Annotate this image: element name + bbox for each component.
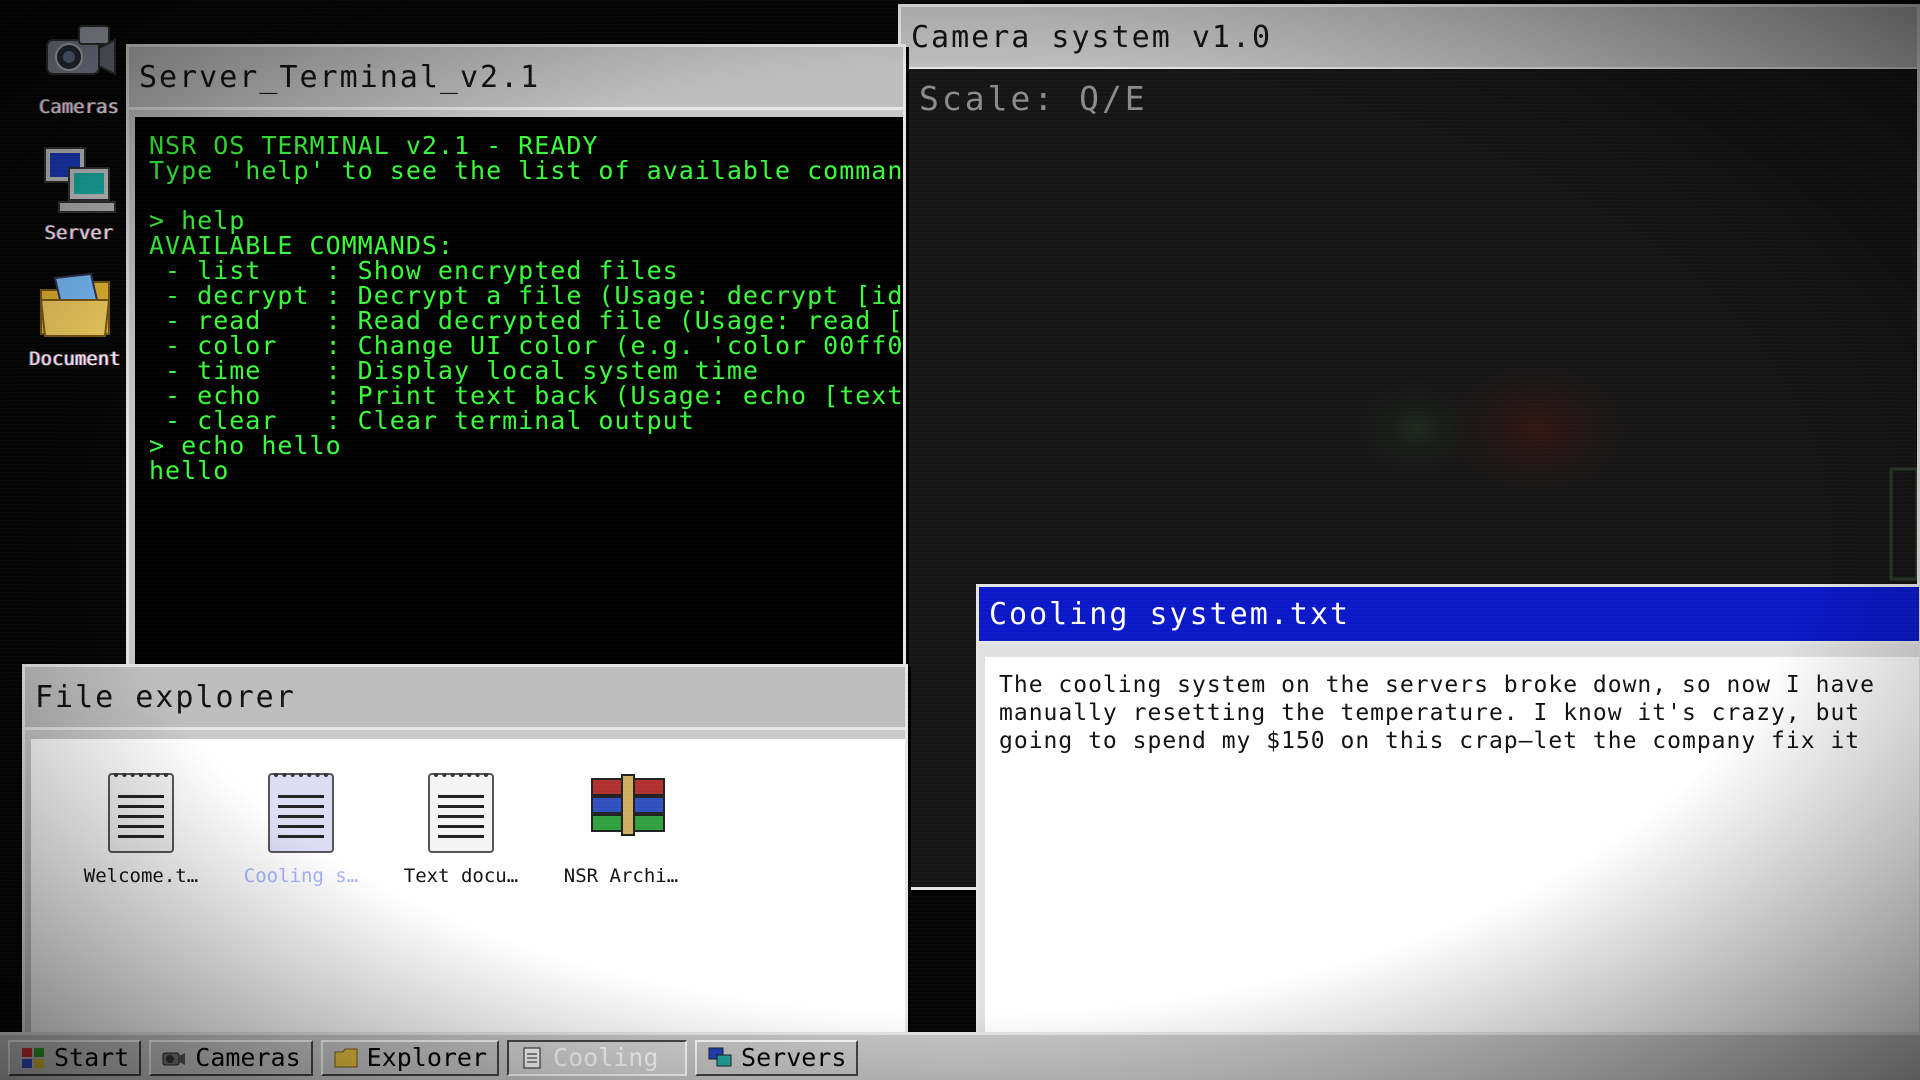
folder-icon bbox=[333, 1046, 359, 1070]
taskbar-label: Cameras bbox=[195, 1043, 301, 1072]
taskbar-cooling-button[interactable]: Cooling bbox=[507, 1039, 688, 1076]
terminal-line: - list : Show encrypted files bbox=[149, 256, 679, 285]
terminal-line: > help bbox=[149, 206, 246, 235]
cooling-titlebar[interactable]: Cooling system.txt bbox=[979, 587, 1919, 644]
file-name: Text docu… bbox=[403, 865, 519, 887]
desktop-icon-document[interactable]: Document bbox=[20, 270, 130, 370]
text-line: The cooling system on the servers broke … bbox=[999, 672, 1875, 698]
file-name: Cooling s… bbox=[243, 865, 359, 887]
file-cooling[interactable]: Cooling s… bbox=[231, 773, 371, 887]
camcorder-icon bbox=[39, 18, 119, 90]
taskbar-label: Start bbox=[54, 1043, 130, 1072]
file-name: NSR Archi… bbox=[563, 865, 679, 887]
taskbar-servers-button[interactable]: Servers bbox=[695, 1039, 859, 1076]
notepad-icon bbox=[519, 1046, 545, 1070]
terminal-line: - clear : Clear terminal output bbox=[149, 406, 695, 435]
cooling-text-window[interactable]: Cooling system.txt The cooling system on… bbox=[976, 584, 1920, 1040]
computer-icon bbox=[707, 1046, 733, 1070]
terminal-line: - time : Display local system time bbox=[149, 356, 759, 385]
text-file-icon bbox=[428, 773, 494, 853]
desktop-icon-label: Server bbox=[44, 222, 114, 244]
taskbar-start-button[interactable]: Start bbox=[8, 1039, 142, 1076]
camera-feed-image bbox=[1347, 349, 1917, 581]
taskbar-label: Explorer bbox=[366, 1043, 488, 1072]
terminal-line: - echo : Print text back (Usage: echo [t… bbox=[149, 381, 903, 410]
terminal-line: hello bbox=[149, 456, 230, 485]
file-nsr-archive[interactable]: NSR Archi… bbox=[551, 773, 691, 887]
taskbar-label: Cooling bbox=[553, 1043, 659, 1072]
terminal-output[interactable]: NSR OS TERMINAL v2.1 - READY Type 'help'… bbox=[135, 117, 903, 667]
terminal-line: > echo hello bbox=[149, 431, 342, 460]
desktop-icon-label: Cameras bbox=[38, 96, 120, 118]
folder-icon bbox=[35, 270, 115, 342]
terminal-window[interactable]: Server_Terminal_v2.1 NSR OS TERMINAL v2.… bbox=[126, 44, 906, 670]
camera-titlebar[interactable]: Camera system v1.0 bbox=[901, 7, 1917, 70]
text-line: going to spend my $150 on this crap—let … bbox=[999, 728, 1861, 754]
explorer-window-title: File explorer bbox=[35, 679, 296, 715]
desktop-icon-server[interactable]: Server bbox=[24, 144, 134, 244]
terminal-line: AVAILABLE COMMANDS: bbox=[149, 231, 454, 260]
explorer-titlebar[interactable]: File explorer bbox=[25, 667, 905, 730]
terminal-titlebar[interactable]: Server_Terminal_v2.1 bbox=[129, 47, 903, 110]
cooling-text-content[interactable]: The cooling system on the servers broke … bbox=[985, 657, 1919, 1037]
terminal-line: - read : Read decrypted file (Usage: rea… bbox=[149, 306, 903, 335]
terminal-line: - decrypt : Decrypt a file (Usage: decry… bbox=[149, 281, 903, 310]
taskbar-cameras-button[interactable]: Cameras bbox=[149, 1039, 313, 1076]
file-explorer-window[interactable]: File explorer Welcome.t… Cooling s… Text… bbox=[22, 664, 908, 1040]
taskbar: Start Cameras Explorer Cooling Servers bbox=[0, 1032, 1920, 1080]
desktop-icon-cameras[interactable]: Cameras bbox=[24, 18, 134, 118]
taskbar-label: Servers bbox=[741, 1043, 847, 1072]
text-file-icon bbox=[268, 773, 334, 853]
terminal-line: NSR OS TERMINAL v2.1 - READY bbox=[149, 131, 599, 160]
desktop-icon-label: Document bbox=[29, 348, 121, 370]
text-line: manually resetting the temperature. I kn… bbox=[999, 700, 1861, 726]
terminal-line: Type 'help' to see the list of available… bbox=[149, 156, 903, 185]
computer-icon bbox=[39, 144, 119, 216]
taskbar-explorer-button[interactable]: Explorer bbox=[320, 1039, 500, 1076]
terminal-window-title: Server_Terminal_v2.1 bbox=[139, 59, 541, 95]
text-file-icon bbox=[108, 773, 174, 853]
camcorder-icon bbox=[161, 1046, 187, 1070]
file-text-document[interactable]: Text docu… bbox=[391, 773, 531, 887]
cooling-window-title: Cooling system.txt bbox=[989, 596, 1351, 632]
archive-icon bbox=[588, 773, 665, 851]
explorer-file-area[interactable]: Welcome.t… Cooling s… Text docu… NSR Arc… bbox=[31, 739, 905, 1037]
start-icon bbox=[20, 1046, 46, 1070]
camera-window-title: Camera system v1.0 bbox=[911, 19, 1273, 55]
file-welcome[interactable]: Welcome.t… bbox=[71, 773, 211, 887]
file-name: Welcome.t… bbox=[83, 865, 199, 887]
terminal-line: - color : Change UI color (e.g. 'color 0… bbox=[149, 331, 903, 360]
